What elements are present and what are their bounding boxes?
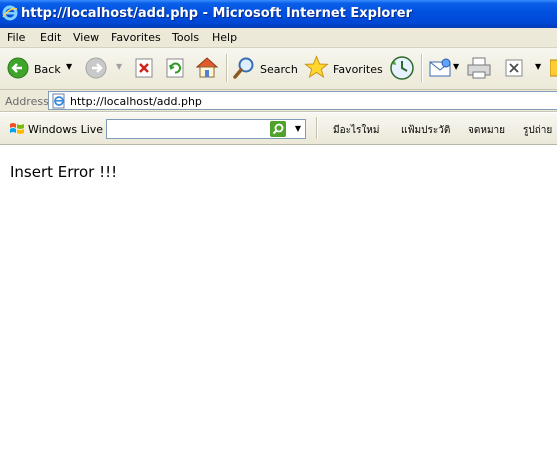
- favorites-star-icon[interactable]: [304, 55, 329, 80]
- windows-live-label[interactable]: Windows Live: [28, 123, 103, 136]
- messenger-icon[interactable]: [550, 58, 557, 78]
- windows-live-toolbar: Windows Live ▼ มีอะไรใหม่ แฟ้มประวัติ จด…: [0, 113, 557, 145]
- mail-dropdown-icon[interactable]: ▼: [453, 62, 459, 71]
- address-input[interactable]: http://localhost/add.php: [48, 91, 557, 110]
- page-icon: [52, 93, 65, 109]
- windows-flag-icon: [10, 123, 24, 134]
- error-message: Insert Error !!!: [10, 163, 118, 181]
- refresh-icon[interactable]: [166, 58, 185, 78]
- live-search-dropdown-icon[interactable]: ▼: [291, 121, 305, 137]
- internet-explorer-icon: [2, 5, 18, 21]
- mail-icon[interactable]: [428, 58, 452, 78]
- live-link-mail[interactable]: จดหมาย: [468, 123, 505, 138]
- menu-bar: File Edit View Favorites Tools Help: [0, 28, 557, 48]
- edit-dropdown-icon[interactable]: ▼: [535, 62, 541, 71]
- back-arrow-icon[interactable]: [7, 57, 29, 79]
- edit-document-icon[interactable]: [504, 58, 526, 78]
- menu-tools[interactable]: Tools: [172, 31, 199, 44]
- address-label: Address: [5, 95, 49, 108]
- print-icon[interactable]: [466, 56, 492, 80]
- favorites-button[interactable]: Favorites: [333, 63, 383, 76]
- title-bar[interactable]: http://localhost/add.php - Microsoft Int…: [0, 0, 557, 28]
- search-icon[interactable]: [232, 56, 256, 80]
- toolbar-separator: [226, 54, 228, 82]
- address-bar: Address http://localhost/add.php: [0, 90, 557, 112]
- menu-edit[interactable]: Edit: [40, 31, 61, 44]
- forward-arrow-icon[interactable]: [85, 57, 107, 79]
- live-search-go-icon[interactable]: [270, 121, 286, 137]
- back-dropdown-icon[interactable]: ▼: [66, 62, 72, 71]
- back-button[interactable]: Back: [34, 63, 61, 76]
- live-search-box: ▼: [106, 119, 306, 139]
- toolbar-separator: [316, 117, 318, 139]
- search-button[interactable]: Search: [260, 63, 298, 76]
- history-icon[interactable]: [389, 55, 415, 81]
- window-title: http://localhost/add.php - Microsoft Int…: [21, 6, 412, 21]
- menu-favorites[interactable]: Favorites: [111, 31, 161, 44]
- live-link-history[interactable]: แฟ้มประวัติ: [401, 123, 450, 138]
- standard-toolbar: Back ▼ ▼ Search Favorites ▼ ▼: [0, 48, 557, 90]
- home-icon[interactable]: [195, 56, 219, 79]
- live-link-photos[interactable]: รูปถ่าย: [523, 123, 552, 138]
- menu-help[interactable]: Help: [212, 31, 237, 44]
- live-search-input[interactable]: [109, 121, 269, 135]
- url-text: http://localhost/add.php: [70, 95, 202, 108]
- live-link-whats-new[interactable]: มีอะไรใหม่: [333, 123, 379, 138]
- stop-icon[interactable]: [135, 58, 154, 78]
- forward-dropdown-icon[interactable]: ▼: [116, 62, 122, 71]
- toolbar-separator: [421, 54, 423, 82]
- menu-view[interactable]: View: [73, 31, 99, 44]
- menu-file[interactable]: File: [7, 31, 25, 44]
- page-content: Insert Error !!!: [0, 146, 557, 457]
